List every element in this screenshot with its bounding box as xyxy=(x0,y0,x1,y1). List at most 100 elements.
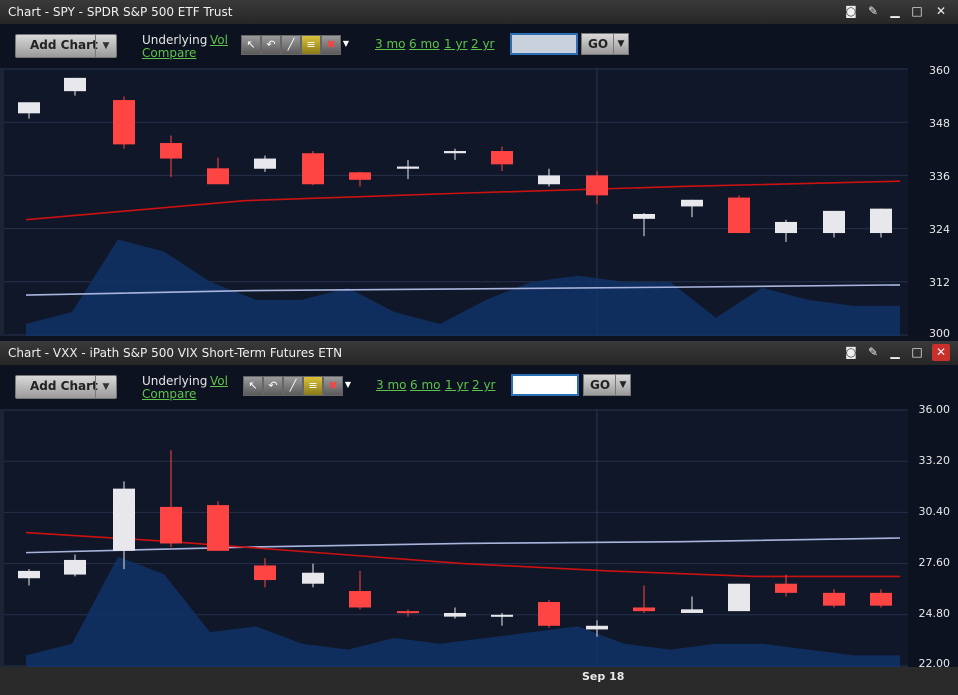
drawing-tools: ↖ ↶ ╱ ≡ ✖ ▼ xyxy=(241,35,353,55)
vxx-candlestick-chart xyxy=(4,409,908,667)
close-icon[interactable]: ✕ xyxy=(932,344,950,361)
period-2yr[interactable]: 2 yr xyxy=(471,37,494,51)
drawing-tools: ↖ ↶ ╱ ≡ ✖ ▼ xyxy=(243,376,355,396)
candle-body xyxy=(681,609,703,613)
candle-body xyxy=(113,488,135,551)
period-2yr[interactable]: 2 yr xyxy=(472,378,495,392)
x-axis: Sep 18 xyxy=(0,667,958,695)
chart-toolbar: Add Chart ▼ Underlying Vol Compare ↖ ↶ ╱… xyxy=(0,24,958,68)
y-tick: 348 xyxy=(929,117,950,130)
vol-link[interactable]: Vol xyxy=(210,374,228,388)
candle-body xyxy=(207,505,229,551)
pointer-icon[interactable]: ↖ xyxy=(243,376,263,396)
y-tick: 360 xyxy=(929,64,950,77)
candle-body xyxy=(160,506,182,544)
candle-body xyxy=(207,168,229,185)
candle-body xyxy=(18,570,40,579)
candle-body xyxy=(254,158,276,169)
y-tick: 30.40 xyxy=(918,505,951,518)
minimize-icon[interactable]: ▁ xyxy=(886,344,904,361)
underlying-label: Underlying xyxy=(142,33,208,47)
spy-candlestick-chart xyxy=(4,68,908,336)
period-3mo[interactable]: 3 mo xyxy=(376,378,406,392)
go-button[interactable]: GO ▼ xyxy=(581,33,629,55)
y-axis: 36.00 33.20 30.40 27.60 24.80 22.00 xyxy=(908,403,958,670)
minimize-icon[interactable]: ▁ xyxy=(886,3,904,20)
candle-body xyxy=(491,151,513,165)
go-button[interactable]: GO ▼ xyxy=(583,374,631,396)
close-icon[interactable]: ✕ xyxy=(932,3,950,20)
panel-title-bar: Chart - VXX - iPath S&P 500 VIX Short-Te… xyxy=(0,341,958,366)
candle-body xyxy=(538,602,560,626)
panel-title: Chart - VXX - iPath S&P 500 VIX Short-Te… xyxy=(8,346,343,360)
fibonacci-icon[interactable]: ≡ xyxy=(301,35,321,55)
y-tick: 324 xyxy=(929,223,950,236)
symbol-input[interactable] xyxy=(511,374,579,396)
candle-body xyxy=(775,583,797,593)
vol-link[interactable]: Vol xyxy=(210,33,228,47)
y-tick: 312 xyxy=(929,276,950,289)
undo-icon[interactable]: ↶ xyxy=(263,376,283,396)
volume-area xyxy=(26,239,900,336)
chart-panel-spy: Chart - SPY - SPDR S&P 500 ETF Trust ◙ ✎… xyxy=(0,0,958,341)
tools-dropdown-icon[interactable]: ▼ xyxy=(343,376,353,394)
add-chart-label: Add Chart xyxy=(30,379,98,393)
camera-icon[interactable]: ◙ xyxy=(842,344,860,361)
compare-link[interactable]: Compare xyxy=(142,46,196,60)
volume-area xyxy=(26,556,900,667)
candle-body xyxy=(775,221,797,234)
candle-body xyxy=(64,559,86,575)
candle-body xyxy=(349,591,371,608)
candle-body xyxy=(586,175,608,196)
x-tick-label: Sep 18 xyxy=(582,670,625,683)
candle-body xyxy=(113,100,135,145)
y-tick: 36.00 xyxy=(918,403,951,416)
maximize-icon[interactable]: □ xyxy=(908,3,926,20)
plot-area xyxy=(4,409,908,667)
compare-link[interactable]: Compare xyxy=(142,387,196,401)
candle-body xyxy=(444,151,466,154)
chevron-down-icon[interactable]: ▼ xyxy=(95,376,116,398)
symbol-input[interactable] xyxy=(510,33,578,55)
fibonacci-icon[interactable]: ≡ xyxy=(303,376,323,396)
period-1yr[interactable]: 1 yr xyxy=(444,37,467,51)
maximize-icon[interactable]: □ xyxy=(908,344,926,361)
trendline-icon[interactable]: ╱ xyxy=(281,35,301,55)
chevron-down-icon[interactable]: ▼ xyxy=(615,375,630,395)
period-3mo[interactable]: 3 mo xyxy=(375,37,405,51)
candle-body xyxy=(444,612,466,617)
candle-body xyxy=(254,565,276,581)
candle-body xyxy=(823,210,845,234)
wrench-icon[interactable]: ✎ xyxy=(864,3,882,20)
tools-dropdown-icon[interactable]: ▼ xyxy=(341,35,351,53)
candle-body xyxy=(160,143,182,159)
y-tick: 300 xyxy=(929,327,950,340)
camera-icon[interactable]: ◙ xyxy=(842,3,860,20)
period-1yr[interactable]: 1 yr xyxy=(445,378,468,392)
add-chart-button[interactable]: Add Chart ▼ xyxy=(15,375,117,399)
delete-icon[interactable]: ✖ xyxy=(323,376,343,396)
period-6mo[interactable]: 6 mo xyxy=(409,37,439,51)
chart-toolbar: Add Chart ▼ Underlying Vol Compare ↖ ↶ ╱… xyxy=(0,365,958,409)
period-6mo[interactable]: 6 mo xyxy=(410,378,440,392)
candle-body xyxy=(491,614,513,617)
y-axis: 360 348 336 324 312 300 xyxy=(908,64,958,340)
chevron-down-icon[interactable]: ▼ xyxy=(95,35,116,57)
candle-body xyxy=(397,166,419,169)
pointer-icon[interactable]: ↖ xyxy=(241,35,261,55)
candle-body xyxy=(823,592,845,606)
candle-body xyxy=(18,102,40,114)
trendline-icon[interactable]: ╱ xyxy=(283,376,303,396)
y-tick: 27.60 xyxy=(918,556,951,569)
candle-body xyxy=(633,607,655,612)
undo-icon[interactable]: ↶ xyxy=(261,35,281,55)
candle-body xyxy=(538,175,560,185)
chevron-down-icon[interactable]: ▼ xyxy=(613,34,628,54)
add-chart-button[interactable]: Add Chart ▼ xyxy=(15,34,117,58)
candle-body xyxy=(64,77,86,92)
panel-title: Chart - SPY - SPDR S&P 500 ETF Trust xyxy=(8,5,233,19)
y-tick: 336 xyxy=(929,170,950,183)
chart-panel-vxx: Chart - VXX - iPath S&P 500 VIX Short-Te… xyxy=(0,341,958,670)
wrench-icon[interactable]: ✎ xyxy=(864,344,882,361)
delete-icon[interactable]: ✖ xyxy=(321,35,341,55)
